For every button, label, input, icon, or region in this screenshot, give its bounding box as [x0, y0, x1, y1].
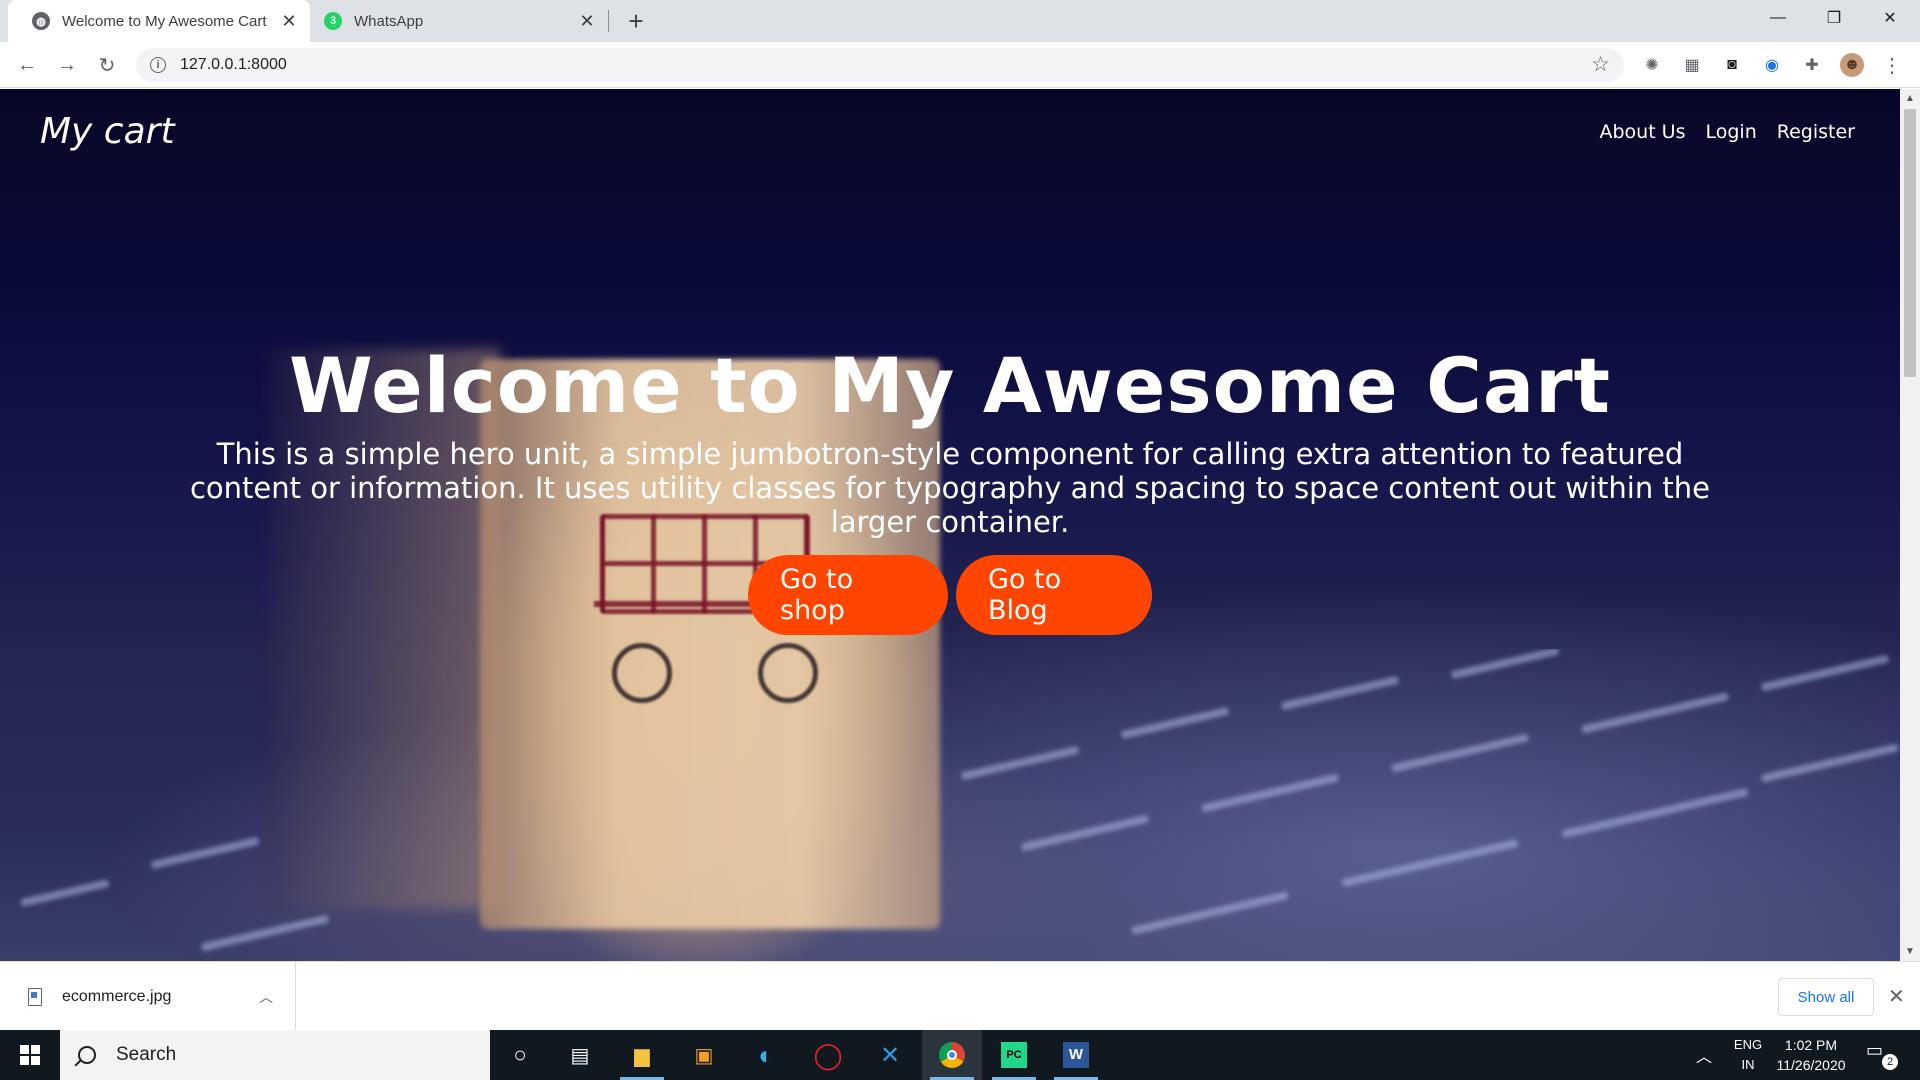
pycharm-logo: PC [1001, 1042, 1027, 1068]
brand-link[interactable]: My cart [40, 111, 175, 152]
taskbar-clock[interactable]: 1:02 PM 11/26/2020 [1768, 1035, 1854, 1075]
image-file-icon [28, 987, 42, 1006]
profile-avatar[interactable]: ☻ [1840, 53, 1864, 77]
close-icon[interactable]: ✕ [1888, 984, 1905, 1009]
language-code: ENG [1733, 1037, 1763, 1052]
show-hidden-icons-button[interactable]: ︿ [1696, 1030, 1712, 1080]
task-view-icon[interactable]: ▤ [550, 1030, 610, 1080]
edge-icon[interactable]: ◐ [736, 1030, 796, 1080]
minimize-button[interactable]: — [1750, 0, 1806, 36]
close-tab-icon[interactable]: ✕ [278, 11, 300, 32]
cortana-icon[interactable]: ○ [490, 1030, 550, 1080]
keyboard-key [960, 745, 1080, 781]
back-button[interactable]: ← [12, 50, 42, 80]
go-to-shop-button[interactable]: Go to shop [748, 555, 948, 635]
keyboard-key [1561, 787, 1749, 839]
download-file-name: ecommerce.jpg [62, 987, 172, 1005]
scrollbar-thumb[interactable] [1904, 109, 1916, 377]
keyboard-key [1020, 814, 1150, 852]
extension-2-icon[interactable]: ▦ [1680, 53, 1704, 77]
page-viewport: My cart About Us Login Register Welcome … [0, 89, 1900, 961]
chevron-up-icon[interactable]: ︿ [259, 987, 273, 1007]
download-item[interactable]: ecommerce.jpg ︿ [0, 962, 296, 1031]
region-code: IN [1741, 1057, 1755, 1072]
word-icon[interactable]: W [1046, 1030, 1106, 1080]
menu-kebab-icon[interactable]: ⋮ [1880, 53, 1904, 77]
keyboard-key [1581, 692, 1729, 734]
windows-logo-icon [20, 1045, 40, 1065]
go-to-blog-button[interactable]: Go to Blog [956, 555, 1152, 635]
pycharm-icon[interactable]: PC [984, 1030, 1044, 1080]
whatsapp-icon: 3 [324, 12, 342, 30]
keyboard-key [1200, 773, 1340, 813]
action-center-button[interactable]: ▭ 2 [1866, 1040, 1898, 1070]
browser-toolbar: ← → ↻ i 127.0.0.1:8000 ☆ ✺ ▦ ◙ ◉ ✚ ☻ ⋮ [0, 42, 1920, 88]
keyboard-key [1280, 675, 1400, 711]
keyboard-key [1120, 706, 1230, 740]
tab-title: Welcome to My Awesome Cart [62, 12, 267, 30]
info-icon[interactable]: i [150, 57, 166, 73]
notification-icon: ▭ [1866, 1040, 1884, 1060]
taskbar-search-placeholder: Search [116, 1044, 177, 1065]
puzzle-icon[interactable]: ✚ [1800, 53, 1824, 77]
start-button[interactable] [0, 1030, 60, 1080]
browser-tabstrip: ◍ Welcome to My Awesome Cart ✕ 3 WhatsAp… [0, 0, 1920, 42]
keyboard-key [1760, 743, 1900, 783]
nav-links: About Us Login Register [1599, 121, 1855, 143]
vscode-icon[interactable]: ✕ [860, 1030, 920, 1080]
extension-3-icon[interactable]: ◉ [1760, 53, 1784, 77]
clock-time: 1:02 PM [1784, 1037, 1838, 1053]
search-icon [78, 1046, 96, 1064]
forward-button[interactable]: → [52, 50, 82, 80]
new-tab-button[interactable]: + [622, 6, 650, 37]
keyboard-key [1760, 654, 1890, 692]
nav-login[interactable]: Login [1706, 121, 1757, 143]
chrome-logo [939, 1042, 965, 1068]
download-shelf: ecommerce.jpg ︿ Show all ✕ [0, 961, 1920, 1031]
taskbar-search-box[interactable]: Search [60, 1030, 490, 1080]
background-keyboard [0, 649, 1900, 961]
scroll-up-arrow[interactable]: ▲ [1905, 93, 1915, 104]
close-window-button[interactable]: ✕ [1862, 0, 1918, 36]
keyboard-key [1390, 733, 1530, 773]
tab-my-awesome-cart[interactable]: ◍ Welcome to My Awesome Cart ✕ [8, 0, 310, 42]
keyboard-key [150, 836, 260, 870]
restore-button[interactable]: ❐ [1806, 0, 1862, 36]
nav-about-us[interactable]: About Us [1599, 121, 1685, 143]
keyboard-key [20, 878, 110, 908]
close-tab-icon[interactable]: ✕ [576, 11, 598, 32]
scroll-down-arrow[interactable]: ▼ [1905, 946, 1915, 957]
chrome-icon[interactable] [922, 1030, 982, 1080]
vertical-scrollbar[interactable]: ▲ ▼ [1900, 89, 1920, 961]
globe-icon: ◍ [32, 12, 50, 30]
language-indicator[interactable]: ENG IN [1728, 1035, 1768, 1075]
opera-icon[interactable]: ◯ [798, 1030, 858, 1080]
nav-register[interactable]: Register [1777, 121, 1855, 143]
hero-title: Welcome to My Awesome Cart [289, 341, 1611, 430]
url-text: 127.0.0.1:8000 [180, 56, 287, 73]
keyboard-key [200, 914, 330, 952]
file-explorer-icon[interactable]: ▆ [612, 1030, 672, 1080]
tab-title: WhatsApp [354, 12, 424, 30]
notification-count-badge: 2 [1882, 1054, 1898, 1070]
show-all-button[interactable]: Show all [1778, 978, 1874, 1016]
windows-taskbar: Search ○ ▤ ▆ ▣ ◐ ◯ ✕ PC W ︿ ENG IN 1:02 … [0, 1030, 1920, 1080]
extension-1-icon[interactable]: ✺ [1640, 53, 1664, 77]
address-bar[interactable]: i 127.0.0.1:8000 ☆ [136, 48, 1624, 82]
keyboard-key [1450, 649, 1560, 680]
bookmark-star-icon[interactable]: ☆ [1591, 52, 1610, 77]
hero-text: This is a simple hero unit, a simple jum… [189, 437, 1711, 539]
word-logo: W [1063, 1042, 1089, 1068]
tab-separator [608, 10, 609, 32]
clock-date: 11/26/2020 [1776, 1057, 1846, 1073]
hero-buttons: Go to shop Go to Blog [0, 555, 1900, 635]
reload-button[interactable]: ↻ [92, 50, 122, 80]
tab-whatsapp[interactable]: 3 WhatsApp ✕ [310, 0, 608, 42]
keyboard-key [1341, 838, 1519, 888]
camera-icon[interactable]: ◙ [1720, 53, 1744, 77]
store-icon[interactable]: ▣ [674, 1030, 734, 1080]
keyboard-key [1131, 891, 1289, 935]
